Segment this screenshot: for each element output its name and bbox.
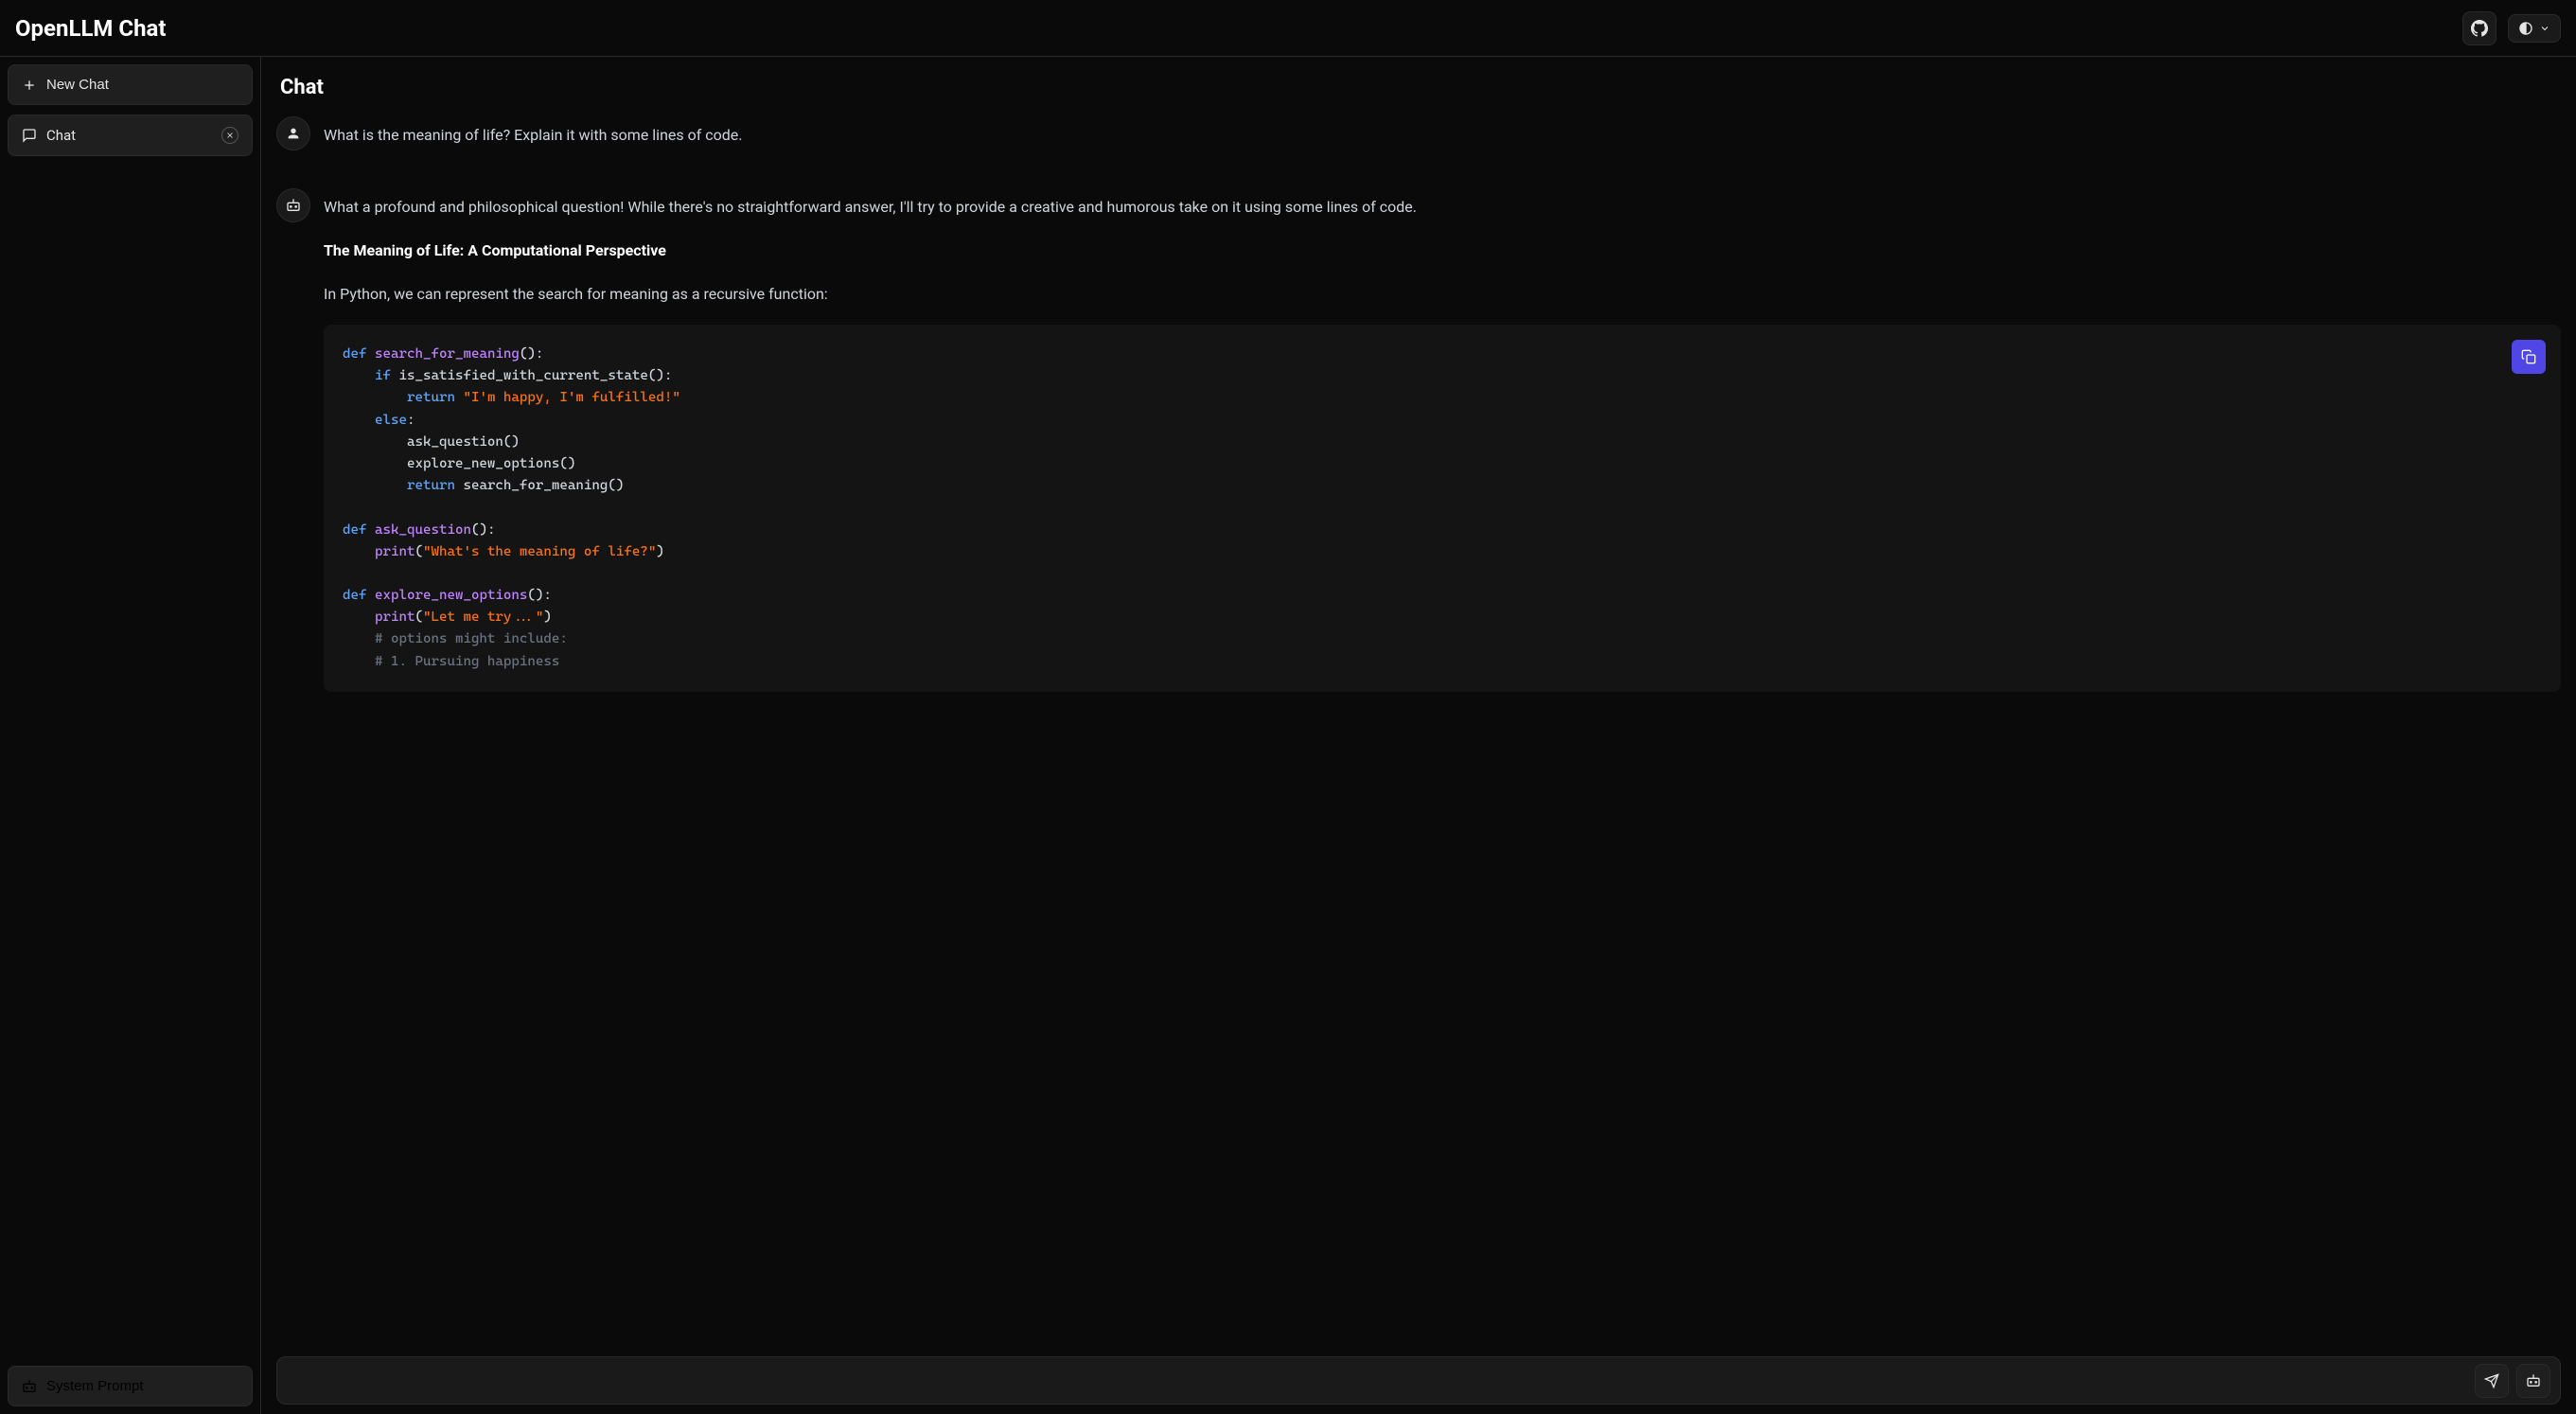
user-icon [286, 126, 301, 141]
code-block: def search_for_meaning(): if is_satisfie… [324, 325, 2561, 692]
attachment-button[interactable] [2516, 1364, 2550, 1398]
github-icon [2471, 20, 2488, 37]
bot-avatar [276, 188, 310, 222]
github-button[interactable] [2462, 11, 2497, 45]
main-container: New Chat Chat [0, 57, 2576, 1414]
system-prompt-button[interactable]: System Prompt [8, 1366, 253, 1406]
plus-icon [22, 78, 37, 93]
chat-header: Chat [261, 57, 2576, 107]
new-chat-label: New Chat [46, 77, 109, 93]
close-chat-button[interactable] [221, 127, 238, 144]
message-input[interactable] [292, 1363, 2467, 1398]
chevron-down-icon [2539, 23, 2550, 34]
chat-item-label: Chat [46, 127, 76, 144]
sidebar-spacer [8, 166, 253, 1356]
sidebar: New Chat Chat [0, 57, 261, 1414]
send-button[interactable] [2475, 1364, 2509, 1398]
close-icon [225, 131, 235, 140]
sidebar-chat-item[interactable]: Chat [8, 115, 253, 156]
user-message: What is the meaning of life? Explain it … [276, 116, 2561, 166]
code-content: def search_for_meaning(): if is_satisfie… [343, 344, 2542, 673]
message-icon [22, 128, 37, 143]
chat-messages: What is the meaning of life? Explain it … [261, 107, 2576, 1345]
input-wrapper [276, 1356, 2561, 1405]
system-prompt-label: System Prompt [46, 1378, 144, 1394]
theme-toggle-button[interactable] [2508, 14, 2561, 43]
header-controls [2462, 11, 2561, 45]
chat-item-left: Chat [22, 127, 76, 144]
header: OpenLLM Chat [0, 0, 2576, 57]
bot-intro-text: What a profound and philosophical questi… [324, 194, 2561, 221]
copy-code-button[interactable] [2512, 340, 2546, 374]
python-intro-text: In Python, we can represent the search f… [324, 281, 2561, 308]
input-area [261, 1345, 2576, 1414]
bot-icon [2526, 1373, 2541, 1388]
bot-message: What a profound and philosophical questi… [276, 188, 2561, 692]
user-message-text: What is the meaning of life? Explain it … [324, 122, 2561, 149]
theme-icon [2518, 21, 2533, 36]
send-icon [2484, 1373, 2499, 1388]
bot-icon [286, 198, 301, 213]
bot-icon [22, 1379, 37, 1394]
user-message-content: What is the meaning of life? Explain it … [324, 116, 2561, 166]
user-avatar [276, 116, 310, 150]
bot-subtitle: The Meaning of Life: A Computational Per… [324, 241, 666, 259]
copy-icon [2521, 349, 2536, 364]
content-area: Chat What is the meaning of life? Explai… [261, 57, 2576, 1414]
bot-message-content: What a profound and philosophical questi… [324, 188, 2561, 692]
new-chat-button[interactable]: New Chat [8, 64, 253, 105]
app-title: OpenLLM Chat [15, 15, 167, 42]
